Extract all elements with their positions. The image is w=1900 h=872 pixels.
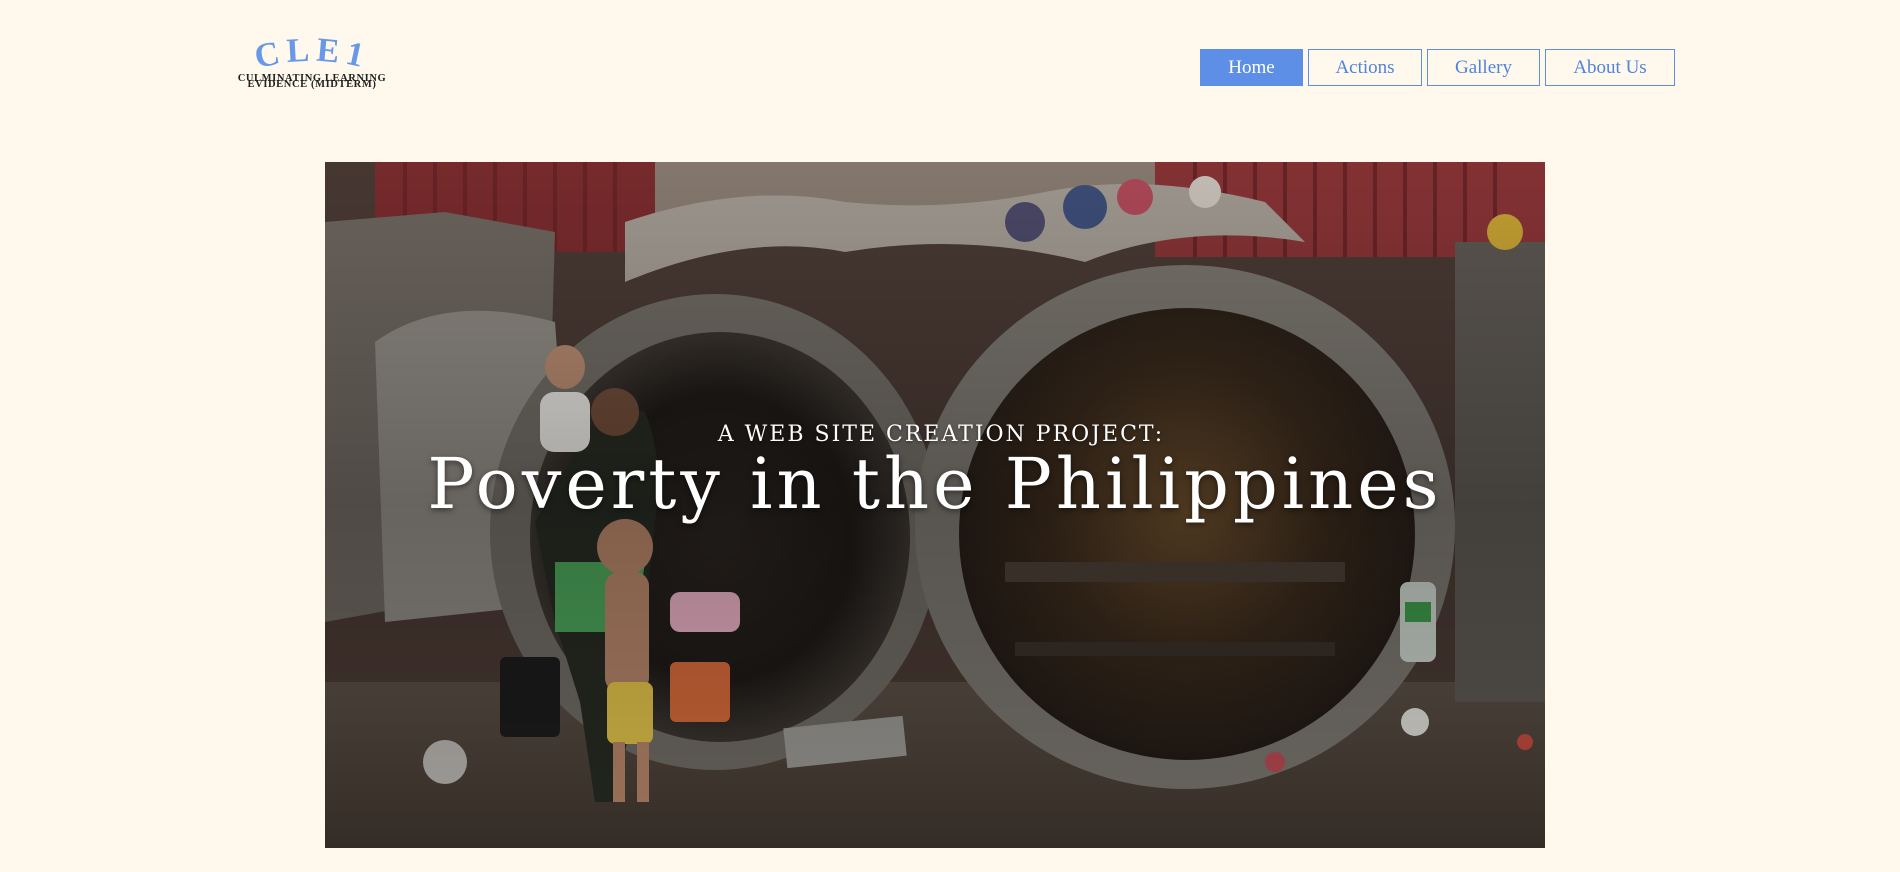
hero-heading: A WEB SITE CREATION PROJECT: Poverty in …	[325, 422, 1545, 524]
site-logo[interactable]: CLE1 CULMINATING LEARNING EVIDENCE (MIDT…	[222, 34, 402, 90]
main-nav: Home Actions Gallery About Us	[1200, 49, 1675, 86]
nav-about-us-button[interactable]: About Us	[1545, 49, 1675, 86]
logo-mark: CLE1	[251, 34, 373, 76]
hero-banner: A WEB SITE CREATION PROJECT: Poverty in …	[325, 162, 1545, 848]
hero-title: Poverty in the Philippines	[427, 443, 1443, 525]
logo-mark-text: CLE1	[251, 34, 373, 76]
nav-home-button[interactable]: Home	[1200, 49, 1303, 86]
logo-subtitle-line2: EVIDENCE (MIDTERM)	[247, 79, 377, 90]
nav-gallery-button[interactable]: Gallery	[1427, 49, 1540, 86]
nav-actions-button[interactable]: Actions	[1308, 49, 1422, 86]
